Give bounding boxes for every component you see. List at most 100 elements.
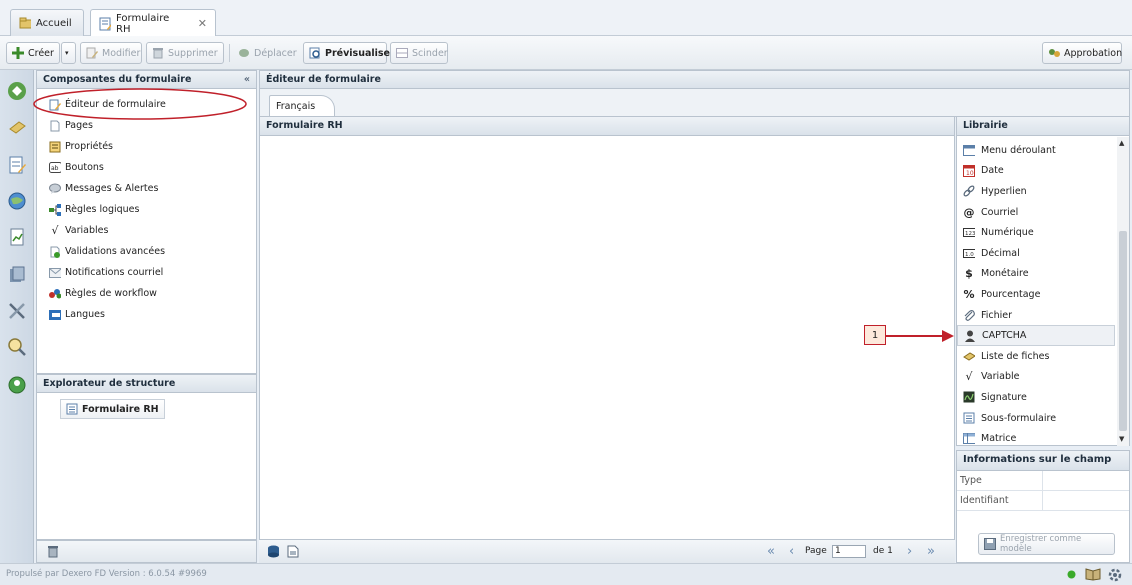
callout-number: 1 xyxy=(871,329,879,341)
calendar-icon: 10 xyxy=(963,164,975,177)
library-item-decimal[interactable]: 1.0 Décimal xyxy=(957,243,1129,264)
library-scrollbar-thumb[interactable] xyxy=(1119,231,1127,431)
create-button[interactable]: Créer xyxy=(6,42,60,64)
modify-button[interactable]: Modifier xyxy=(80,42,142,64)
library-item-percentage[interactable]: % Pourcentage xyxy=(957,284,1129,305)
database-icon[interactable] xyxy=(267,545,280,561)
component-workflow-rules[interactable]: Règles de workflow xyxy=(37,283,256,304)
eraser-module-icon[interactable] xyxy=(4,114,30,140)
globe-module-icon[interactable] xyxy=(4,188,30,214)
library-item-subform[interactable]: Sous-formulaire xyxy=(957,408,1129,429)
component-label: Notifications courriel xyxy=(65,267,164,278)
report-module-icon[interactable] xyxy=(4,224,30,250)
field-info-header: Informations sur le champ xyxy=(957,451,1129,471)
percent-icon: % xyxy=(963,287,975,301)
delete-button[interactable]: Supprimer xyxy=(146,42,224,64)
trash-icon[interactable] xyxy=(47,545,59,561)
book-icon[interactable] xyxy=(1085,567,1101,584)
language-tab-french[interactable]: Français xyxy=(269,95,335,117)
component-messages[interactable]: Messages & Alertes xyxy=(37,178,256,199)
library-item-signature[interactable]: Signature xyxy=(957,387,1129,408)
library-item-label: Menu déroulant xyxy=(981,144,1056,156)
library-item-matrix[interactable]: Matrice xyxy=(957,428,1129,449)
next-page-icon[interactable]: › xyxy=(907,544,912,559)
component-buttons[interactable]: ab Boutons xyxy=(37,157,256,178)
last-page-icon[interactable]: » xyxy=(927,544,935,559)
settings-icon[interactable] xyxy=(1107,567,1123,585)
library-item-date[interactable]: 10 Date xyxy=(957,161,1129,182)
component-logic-rules[interactable]: Règles logiques xyxy=(37,199,256,220)
tab-home[interactable]: Accueil xyxy=(10,9,84,36)
collapse-icon[interactable]: « xyxy=(244,74,250,85)
component-email-notifications[interactable]: Notifications courriel xyxy=(37,262,256,283)
svg-text:1.0: 1.0 xyxy=(965,252,974,258)
tab-form[interactable]: Formulaire RH ✕ xyxy=(90,9,216,37)
close-icon[interactable]: ✕ xyxy=(198,17,207,30)
location-module-icon[interactable] xyxy=(4,372,30,398)
toolbar: Créer ▾ Modifier Supprimer Déplacer Prév… xyxy=(0,36,1132,70)
tools-module-icon[interactable] xyxy=(4,298,30,324)
library-item-label: CAPTCHA xyxy=(982,330,1027,342)
signature-icon xyxy=(963,391,975,403)
library-item-file[interactable]: Fichier xyxy=(957,305,1129,326)
envelope-icon xyxy=(49,267,61,279)
approval-button[interactable]: Approbation xyxy=(1042,42,1122,64)
library-item-numeric[interactable]: 123 Numérique xyxy=(957,222,1129,243)
component-properties[interactable]: Propriétés xyxy=(37,136,256,157)
component-advanced-validations[interactable]: Validations avancées xyxy=(37,241,256,262)
preview-button[interactable]: Prévisualiser xyxy=(303,42,395,64)
workflow-module-icon[interactable] xyxy=(4,78,30,104)
scroll-down-icon[interactable]: ▼ xyxy=(1119,435,1124,443)
library-item-hyperlink[interactable]: Hyperlien xyxy=(957,181,1129,202)
structure-node-form[interactable]: Formulaire RH xyxy=(60,399,165,419)
scroll-up-icon[interactable]: ▲ xyxy=(1119,139,1124,147)
form-module-icon[interactable] xyxy=(4,152,30,178)
library-scrollbar[interactable]: ▲ ▼ xyxy=(1117,137,1129,446)
library-item-email[interactable]: @ Courriel xyxy=(957,202,1129,223)
component-form-editor[interactable]: Éditeur de formulaire xyxy=(33,88,256,120)
document-icon[interactable] xyxy=(287,545,299,561)
library-item-label: Variable xyxy=(981,371,1020,383)
library-item-record-list[interactable]: Liste de fiches xyxy=(957,346,1129,367)
component-label: Règles de workflow xyxy=(65,288,157,299)
workflow-icon xyxy=(49,288,61,300)
create-dropdown-button[interactable]: ▾ xyxy=(61,42,76,64)
documents-module-icon[interactable] xyxy=(4,262,30,288)
structure-explorer-header: Explorateur de structure xyxy=(37,375,256,393)
subform-icon xyxy=(963,412,975,424)
form-editor-title: Éditeur de formulaire xyxy=(266,74,381,85)
sqrt-icon: √ xyxy=(51,224,59,237)
identifier-label: Identifiant xyxy=(957,491,1043,510)
form-icon xyxy=(66,403,78,415)
canvas-title: Formulaire RH xyxy=(266,120,343,131)
library-item-dropdown[interactable]: Menu déroulant xyxy=(957,140,1129,161)
captcha-user-icon xyxy=(964,330,976,342)
save-as-template-button[interactable]: Enregistrer comme modèle xyxy=(978,533,1115,555)
library-item-label: Sous-formulaire xyxy=(981,412,1057,424)
library-item-variable[interactable]: √ Variable xyxy=(957,367,1129,388)
create-label: Créer xyxy=(28,47,54,59)
previous-page-icon[interactable]: ‹ xyxy=(789,544,794,559)
component-languages[interactable]: Langues xyxy=(37,304,256,325)
svg-text:ab: ab xyxy=(51,165,59,172)
library-item-currency[interactable]: $ Monétaire xyxy=(957,264,1129,285)
library-item-captcha[interactable]: CAPTCHA xyxy=(957,325,1115,346)
page-number-input[interactable]: 1 xyxy=(832,545,866,558)
tab-strip: Accueil Formulaire RH ✕ xyxy=(0,0,1132,37)
tab-form-label: Formulaire RH xyxy=(116,12,170,35)
version-text: Propulsé par Dexero FD Version : 6.0.54 … xyxy=(6,569,207,579)
split-button[interactable]: Scinder xyxy=(390,42,448,64)
status-online-icon xyxy=(1067,570,1076,582)
form-edit-icon xyxy=(99,17,111,30)
search-module-icon[interactable] xyxy=(4,334,30,360)
first-page-icon[interactable]: « xyxy=(767,544,775,559)
page-count-label: de 1 xyxy=(873,546,893,556)
field-info-id-row: Identifiant xyxy=(957,491,1129,511)
library-list: Menu déroulant 10 Date Hyperlien @ Courrie… xyxy=(957,136,1129,449)
component-label: Règles logiques xyxy=(65,204,140,215)
component-variables[interactable]: √ Variables xyxy=(37,220,256,241)
structure-explorer-panel: Explorateur de structure Formulaire RH xyxy=(36,374,257,540)
move-button[interactable]: Déplacer xyxy=(232,42,300,64)
form-canvas: Formulaire RH « ‹ Page 1 de 1 › » xyxy=(259,116,955,563)
structure-explorer-title: Explorateur de structure xyxy=(43,378,176,389)
